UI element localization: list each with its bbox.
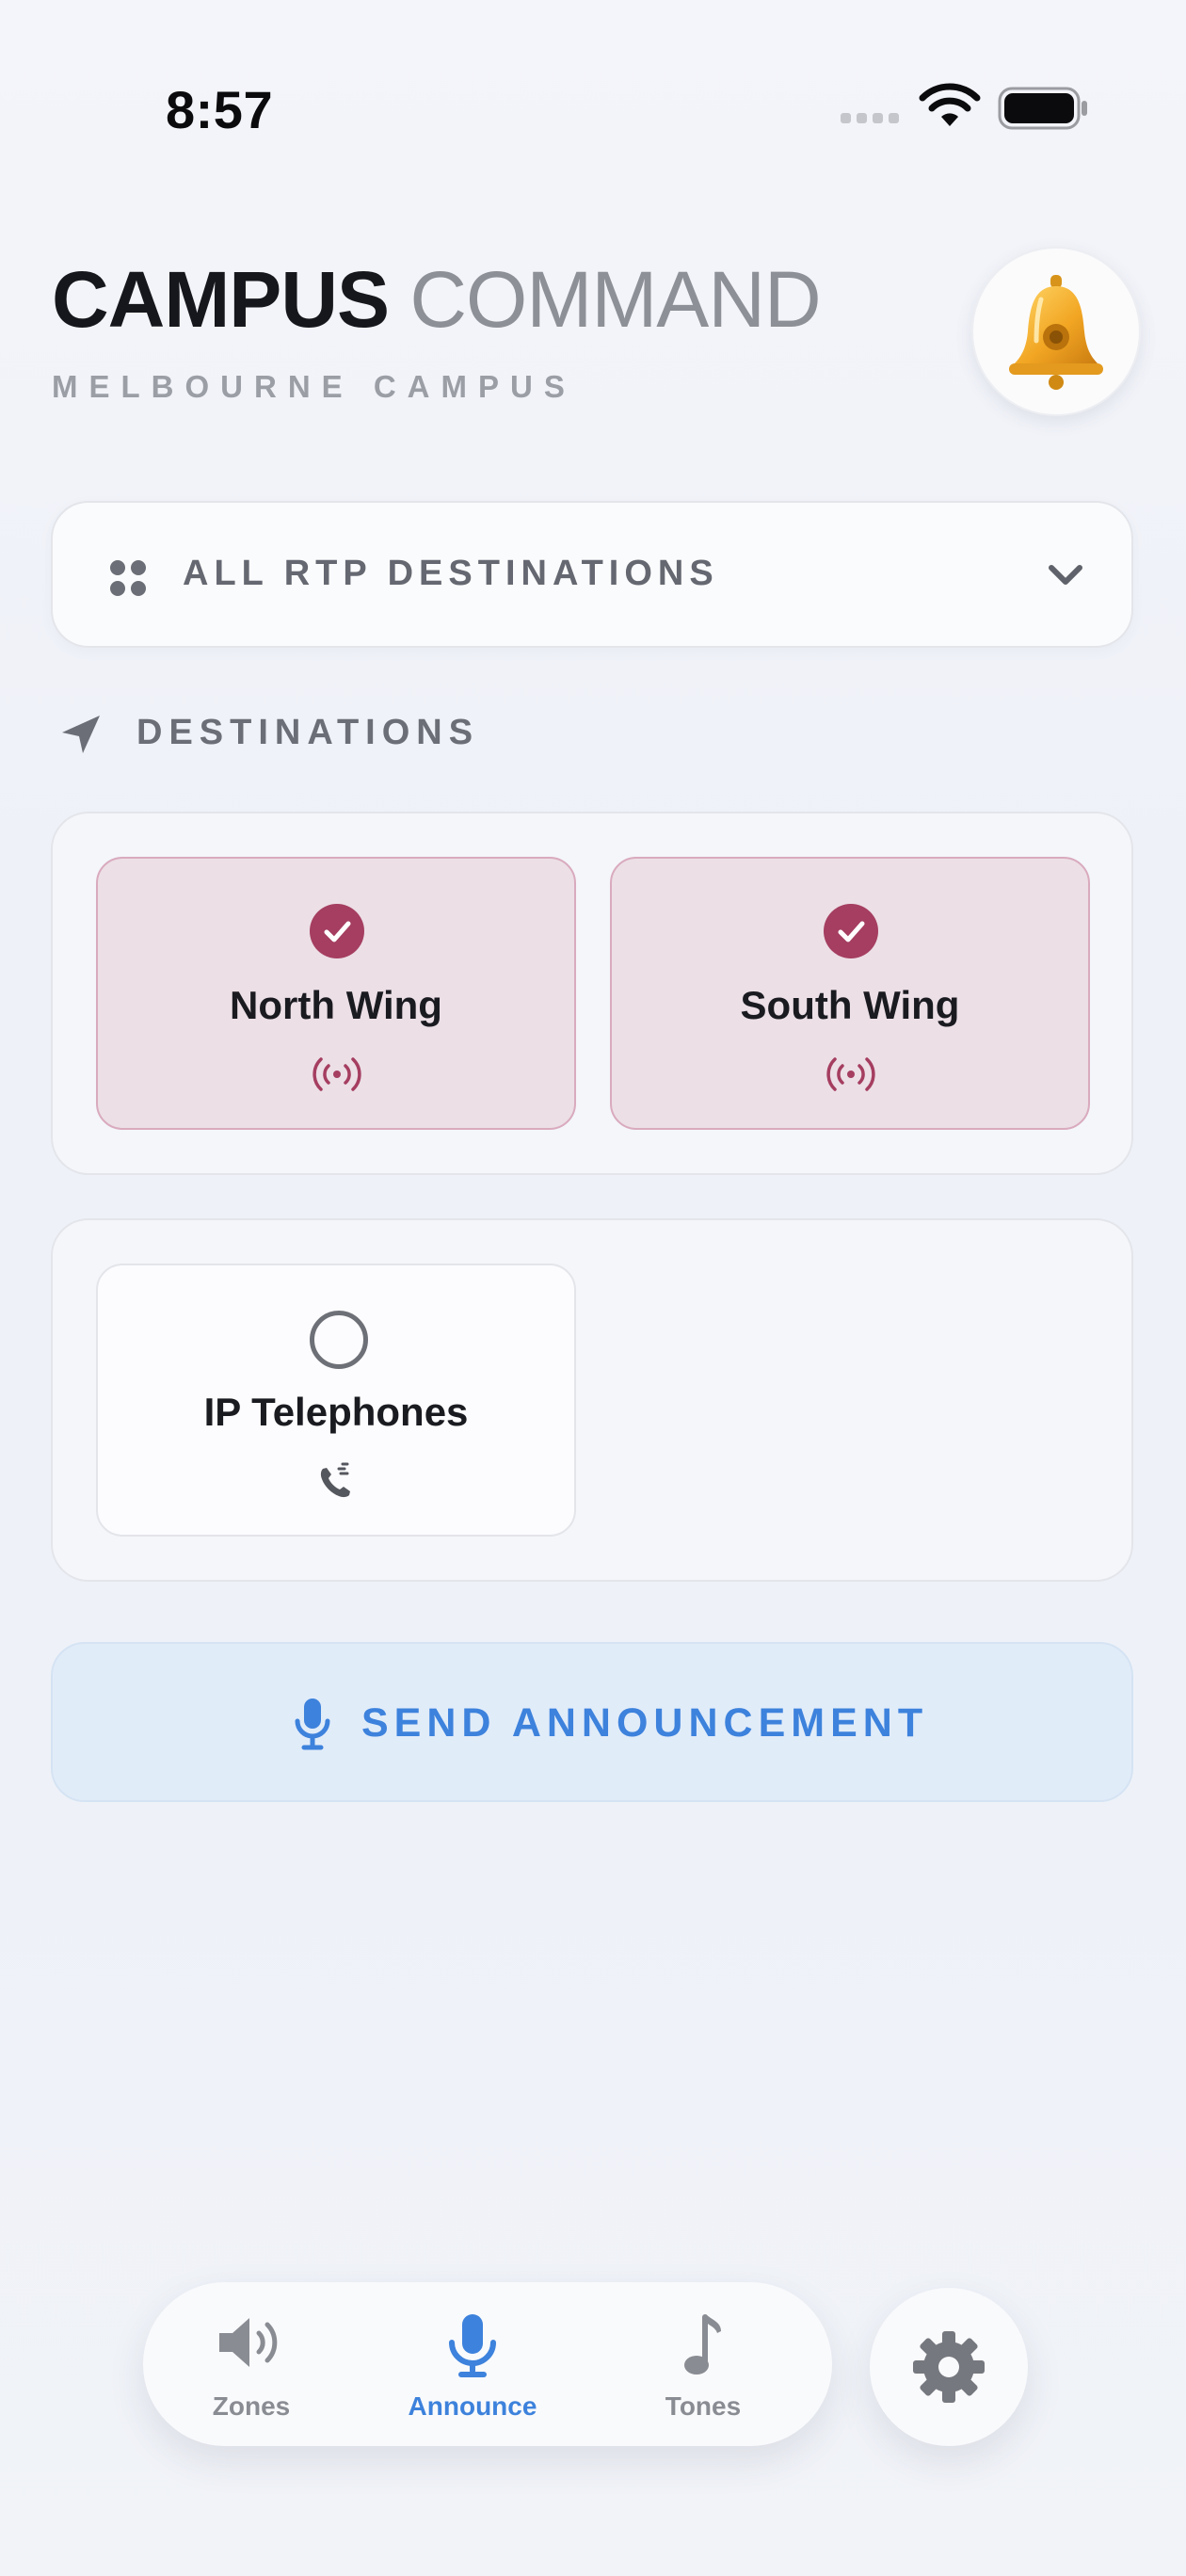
cellular-signal-icon [841,113,899,123]
gear-icon [913,2331,985,2403]
send-announcement-button[interactable]: SEND ANNOUNCEMENT [51,1642,1133,1802]
bottom-tab-bar: Zones Announce Tones [143,2282,832,2446]
music-note-icon [684,2314,721,2375]
bell-button[interactable] [971,247,1141,416]
destination-card-north-wing[interactable]: North Wing [96,857,576,1130]
settings-button[interactable] [870,2288,1028,2446]
tab-label: Tones [665,2391,742,2421]
status-time: 8:57 [166,80,274,139]
tab-tones[interactable]: Tones [633,2282,774,2446]
title-light: COMMAND [409,255,821,344]
tab-announce[interactable]: Announce [397,2282,548,2446]
chevron-down-icon [1049,565,1082,585]
checkmark-icon [310,904,364,958]
destination-group: North Wing South Wing [51,812,1133,1175]
unchecked-circle-icon [310,1311,368,1369]
destination-card-ip-telephones[interactable]: IP Telephones [96,1264,576,1537]
destination-group: IP Telephones [51,1218,1133,1582]
broadcast-icon [826,1057,875,1091]
speaker-icon [219,2318,278,2367]
tab-label: Announce [408,2391,537,2421]
page-title: CAMPUS COMMAND [52,252,822,346]
section-title-destinations: DESTINATIONS [136,713,480,752]
broadcast-icon [313,1057,361,1091]
send-announcement-label: SEND ANNOUNCEMENT [361,1700,929,1746]
microphone-icon [295,1699,330,1750]
paper-plane-icon [62,716,100,753]
microphone-icon [449,2314,496,2377]
checkmark-icon [824,904,878,958]
destination-filter-dropdown[interactable]: ALL RTP DESTINATIONS [51,501,1133,648]
phone-icon [320,1462,350,1498]
battery-icon [998,87,1087,130]
tab-zones[interactable]: Zones [181,2282,322,2446]
destination-name: South Wing [740,983,960,1027]
campus-subtitle: MELBOURNE CAMPUS [52,369,576,404]
destination-name: IP Telephones [203,1390,469,1434]
destination-name: North Wing [230,983,442,1027]
wifi-icon [919,83,981,126]
dropdown-label: ALL RTP DESTINATIONS [183,554,719,593]
tab-label: Zones [212,2391,291,2421]
destination-card-south-wing[interactable]: South Wing [610,857,1090,1130]
title-bold: CAMPUS [52,255,390,344]
bell-icon [1009,275,1103,390]
grid-icon [110,560,146,596]
